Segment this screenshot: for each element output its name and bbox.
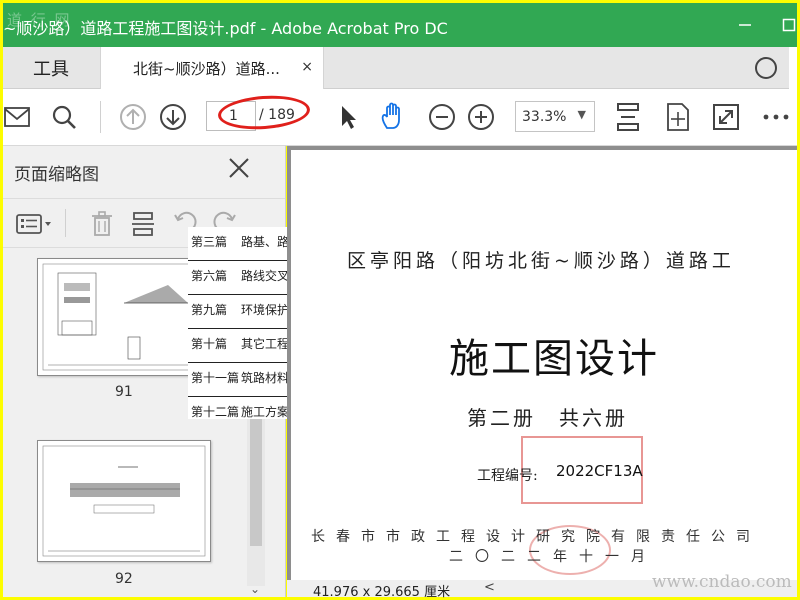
maximize-button[interactable] <box>769 11 800 39</box>
panel-separator <box>65 209 66 237</box>
document-volume: 第二册 共六册 <box>467 406 628 430</box>
close-icon <box>229 158 249 178</box>
hand-icon <box>381 102 400 129</box>
chevron-down-icon: ▼ <box>577 108 586 121</box>
document-subtitle: 区亭阳路（阳坊北街~顺沙路）道路工 <box>347 250 735 272</box>
full-screen-button[interactable] <box>711 102 741 132</box>
main-toolbar: 1 / 189 33.3% ▼ <box>3 89 797 146</box>
email-button[interactable] <box>3 102 33 132</box>
arrow-up-circle-icon <box>120 104 146 130</box>
rotate-view-button[interactable] <box>663 102 693 132</box>
minimize-button[interactable] <box>725 11 765 39</box>
tab-bar-edge <box>789 47 797 89</box>
site-watermark: www.cndao.com <box>652 572 792 592</box>
ellipsis-icon <box>763 114 789 120</box>
delete-page-button[interactable] <box>88 210 116 238</box>
next-page-button[interactable] <box>158 102 188 132</box>
minus-circle-icon <box>429 104 455 130</box>
cursor-arrow-icon <box>342 106 356 129</box>
document-view[interactable]: 区亭阳路（阳坊北街~顺沙路）道路工 施工图设计 第二册 共六册 工程编号: 20… <box>287 146 797 597</box>
select-tool-button[interactable] <box>333 102 363 132</box>
drawing-thumbnail <box>42 263 206 371</box>
maximize-icon <box>782 18 796 32</box>
zoom-value: 33.3% <box>522 109 567 125</box>
panel-title: 页面缩略图 <box>14 165 99 185</box>
zoom-in-button[interactable] <box>466 102 496 132</box>
hand-tool-button[interactable] <box>378 102 408 132</box>
company-name: 长春市市政工程设计研究院有限责任公司 <box>311 529 761 545</box>
extract-page-button[interactable] <box>129 210 157 238</box>
extract-icon <box>132 212 154 236</box>
tab-tools[interactable]: 工具 <box>3 47 99 89</box>
account-icon[interactable] <box>755 57 777 79</box>
scroll-down-icon[interactable]: ⌄ <box>250 582 260 596</box>
more-options-button[interactable] <box>761 102 791 132</box>
scroll-left-icon[interactable]: < <box>484 580 495 595</box>
document-date: 二〇二二年十一月 <box>449 549 657 565</box>
tab-document-label: 北街~顺沙路）道路... <box>133 60 280 78</box>
zoom-out-button[interactable] <box>427 102 457 132</box>
drawing-thumbnail <box>42 445 206 557</box>
thumbnail-options-button[interactable] <box>16 210 54 238</box>
mail-icon <box>4 107 30 127</box>
project-code-label: 工程编号: <box>477 468 538 484</box>
thumbnail-label: 91 <box>115 384 133 400</box>
minimize-icon <box>739 24 751 26</box>
page-thumbnail[interactable] <box>37 258 211 376</box>
page-thumbnail[interactable] <box>37 440 211 562</box>
plus-circle-icon <box>468 104 494 130</box>
page-move-icon <box>667 103 689 131</box>
panel-close-button[interactable] <box>227 156 251 180</box>
expand-icon <box>713 104 739 130</box>
search-icon <box>52 105 76 129</box>
tab-bar: 工具 北街~顺沙路）道路... × <box>3 47 797 90</box>
toolbar-separator <box>100 101 101 133</box>
page-dimensions: 41.976 x 29.665 厘米 <box>313 585 451 600</box>
fit-page-button[interactable] <box>613 102 643 132</box>
previous-page-button[interactable] <box>118 102 148 132</box>
tab-close-icon[interactable]: × <box>301 59 313 75</box>
title-bar: 道 行 网 ~顺沙路）道路工程施工图设计.pdf - Adobe Acrobat… <box>3 3 797 47</box>
zoom-select[interactable]: 33.3% ▼ <box>515 101 595 132</box>
trash-icon <box>92 211 112 236</box>
thumbnail-label: 92 <box>115 571 133 587</box>
arrow-down-circle-icon <box>160 104 186 130</box>
project-code: 2022CF13A <box>556 462 643 480</box>
pdf-page: 区亭阳路（阳坊北街~顺沙路）道路工 施工图设计 第二册 共六册 工程编号: 20… <box>291 150 797 580</box>
tab-document[interactable]: 北街~顺沙路）道路... × <box>100 47 324 90</box>
search-button[interactable] <box>49 102 79 132</box>
list-menu-icon <box>16 214 51 234</box>
window-title: ~顺沙路）道路工程施工图设计.pdf - Adobe Acrobat Pro D… <box>3 19 448 38</box>
fit-page-icon <box>617 103 639 131</box>
document-main-title: 施工图设计 <box>449 336 659 382</box>
